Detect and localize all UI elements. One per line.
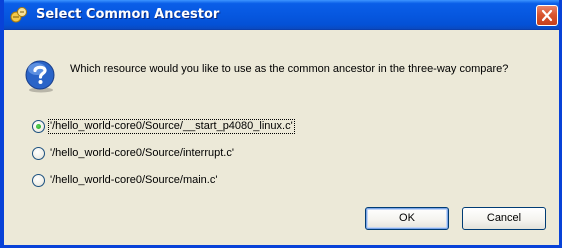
dialog-body: Which resource would you like to use as … (4, 30, 559, 245)
radio-button[interactable] (32, 147, 45, 160)
option-label[interactable]: '/hello_world-core0/Source/interrupt.c' (49, 147, 235, 160)
question-icon (23, 59, 57, 93)
radio-button[interactable] (32, 120, 45, 133)
cancel-button[interactable]: Cancel (462, 207, 546, 230)
title-bar[interactable]: Select Common Ancestor (4, 0, 559, 30)
dialog-title: Select Common Ancestor (36, 7, 220, 22)
dialog-message: Which resource would you like to use as … (70, 63, 509, 75)
close-button[interactable] (536, 5, 558, 26)
option-label[interactable]: '/hello_world-core0/Source/__start_p4080… (48, 119, 295, 134)
select-common-ancestor-dialog: Select Common Ancestor Which resource wo… (0, 0, 562, 248)
radio-selected-dot (36, 124, 41, 129)
radio-button[interactable] (32, 174, 45, 187)
ok-button[interactable]: OK (365, 207, 449, 230)
option-label[interactable]: '/hello_world-core0/Source/main.c' (49, 174, 218, 187)
close-icon (541, 9, 553, 22)
eclipse-compare-icon (10, 6, 28, 24)
